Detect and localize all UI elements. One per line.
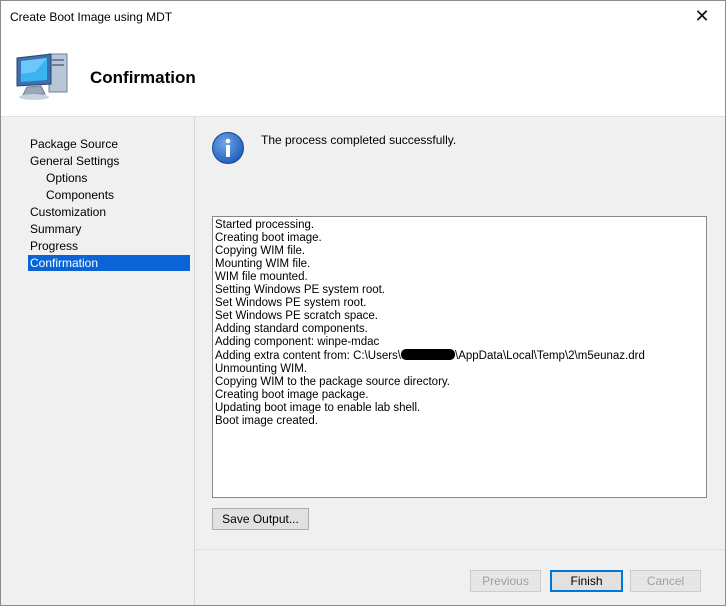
main-content: The process completed successfully. Star… xyxy=(195,117,725,549)
page-title: Confirmation xyxy=(90,68,196,87)
log-line: Copying WIM to the package source direct… xyxy=(215,376,451,388)
close-icon: ✕ xyxy=(694,6,710,26)
wizard-window: Create Boot Image using MDT ✕ Confirmati… xyxy=(0,0,726,606)
sidebar-item-confirmation[interactable]: Confirmation xyxy=(28,255,190,271)
computer-icon xyxy=(16,53,68,100)
status-message: The process completed successfully. xyxy=(261,133,457,147)
log-line: Creating boot image. xyxy=(215,232,322,244)
log-line: Copying WIM file. xyxy=(215,245,306,257)
sidebar-item-customization[interactable]: Customization xyxy=(28,204,190,220)
log-line: WIM file mounted. xyxy=(215,271,308,283)
title-bar: Create Boot Image using MDT ✕ xyxy=(1,1,725,32)
close-button[interactable]: ✕ xyxy=(679,1,725,32)
log-line: Adding extra content from: C:\Users\ \App… xyxy=(215,349,706,363)
log-line: Creating boot image package. xyxy=(215,389,369,401)
wizard-footer: Previous Finish Cancel xyxy=(195,549,725,605)
log-line: Set Windows PE scratch space. xyxy=(215,310,378,322)
sidebar-item-components[interactable]: Components xyxy=(44,187,190,203)
log-line: Adding standard components. xyxy=(215,323,368,335)
log-line: Mounting WIM file. xyxy=(215,258,311,270)
output-log[interactable]: Started processing. Creating boot image.… xyxy=(212,216,707,498)
finish-button[interactable]: Finish xyxy=(550,570,623,592)
sidebar-item-package-source[interactable]: Package Source xyxy=(28,136,190,152)
log-line: Boot image created. xyxy=(215,415,318,427)
save-output-button[interactable]: Save Output... xyxy=(212,508,309,530)
info-icon xyxy=(212,132,244,164)
log-line: Started processing. xyxy=(215,219,315,231)
log-line: Setting Windows PE system root. xyxy=(215,284,386,296)
window-title: Create Boot Image using MDT xyxy=(10,10,173,24)
cancel-button[interactable]: Cancel xyxy=(630,570,701,592)
redacted-username xyxy=(401,349,455,360)
wizard-steps-sidebar: Package Source General Settings Options … xyxy=(1,117,195,605)
log-line-prefix: Adding extra content from: C:\Users\ xyxy=(215,350,401,362)
page-header: Confirmation xyxy=(1,32,725,117)
log-line: Adding component: winpe-mdac xyxy=(215,336,380,348)
sidebar-item-progress[interactable]: Progress xyxy=(28,238,190,254)
log-line-suffix: \AppData\Local\Temp\2\m5eunaz.drd xyxy=(455,350,645,362)
previous-button[interactable]: Previous xyxy=(470,570,541,592)
sidebar-item-options[interactable]: Options xyxy=(44,170,190,186)
log-line: Unmounting WIM. xyxy=(215,363,308,375)
log-line: Updating boot image to enable lab shell. xyxy=(215,402,421,414)
log-line: Set Windows PE system root. xyxy=(215,297,367,309)
sidebar-item-general-settings[interactable]: General Settings xyxy=(28,153,190,169)
sidebar-item-summary[interactable]: Summary xyxy=(28,221,190,237)
